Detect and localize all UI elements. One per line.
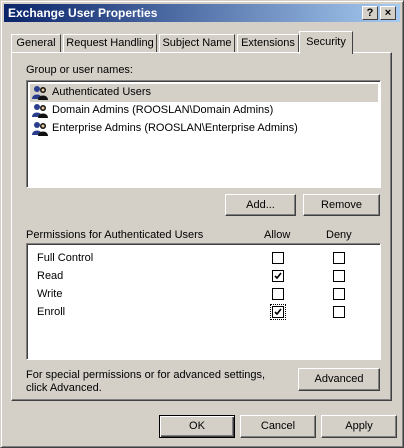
help-button[interactable]: ? bbox=[362, 6, 378, 20]
deny-checkbox[interactable] bbox=[333, 252, 345, 264]
allow-checkbox[interactable] bbox=[272, 270, 284, 282]
tab-subject-name[interactable]: Subject Name bbox=[159, 34, 235, 53]
permission-name: Enroll bbox=[37, 306, 66, 318]
checkmark-icon bbox=[274, 308, 282, 316]
checkmark-icon bbox=[274, 272, 282, 280]
cancel-button[interactable]: Cancel bbox=[240, 415, 316, 438]
title-bar[interactable]: Exchange User Properties ? × bbox=[4, 4, 400, 22]
allow-column-header: Allow bbox=[264, 229, 291, 241]
permission-name: Write bbox=[37, 288, 63, 300]
deny-checkbox[interactable] bbox=[333, 270, 345, 282]
users-group-icon bbox=[32, 121, 48, 137]
permission-row: Write bbox=[37, 286, 357, 304]
allow-checkbox[interactable] bbox=[272, 252, 284, 264]
permission-name: Read bbox=[37, 270, 64, 282]
deny-column-header: Deny bbox=[326, 229, 352, 241]
tab-request-handling[interactable]: Request Handling bbox=[63, 34, 157, 53]
user-name: Enterprise Admins (ROOSLAN\Enterprise Ad… bbox=[52, 122, 298, 134]
list-item[interactable]: Enterprise Admins (ROOSLAN\Enterprise Ad… bbox=[30, 120, 378, 138]
deny-checkbox[interactable] bbox=[333, 306, 345, 318]
permission-name: Full Control bbox=[37, 252, 94, 264]
permission-row: Full Control bbox=[37, 250, 357, 268]
group-or-user-names-label: Group or user names: bbox=[26, 64, 133, 76]
permission-row: Read bbox=[37, 268, 357, 286]
user-name: Domain Admins (ROOSLAN\Domain Admins) bbox=[52, 104, 274, 116]
apply-button[interactable]: Apply bbox=[321, 415, 397, 438]
deny-checkbox[interactable] bbox=[333, 288, 345, 300]
user-name: Authenticated Users bbox=[52, 86, 152, 98]
dialog-window: Exchange User Properties ? × General Req… bbox=[0, 0, 404, 448]
close-button[interactable]: × bbox=[380, 6, 396, 20]
permissions-list: Full Control Read Write Enroll bbox=[26, 243, 381, 360]
ok-button[interactable]: OK bbox=[159, 415, 235, 438]
list-item[interactable]: Domain Admins (ROOSLAN\Domain Admins) bbox=[30, 102, 378, 120]
remove-button[interactable]: Remove bbox=[303, 194, 380, 216]
permissions-label: Permissions for Authenticated Users bbox=[26, 229, 204, 241]
tab-security[interactable]: Security bbox=[299, 31, 353, 54]
allow-checkbox[interactable] bbox=[270, 304, 286, 320]
tab-extensions[interactable]: Extensions bbox=[237, 34, 299, 53]
list-item[interactable]: Authenticated Users bbox=[30, 84, 378, 102]
add-button[interactable]: Add... bbox=[225, 194, 296, 216]
special-permissions-text: For special permissions or for advanced … bbox=[26, 369, 266, 381]
users-group-icon bbox=[32, 85, 48, 101]
user-listbox[interactable]: Authenticated Users Domain Admins (ROOSL… bbox=[26, 80, 381, 188]
tab-general[interactable]: General bbox=[11, 34, 61, 53]
allow-checkbox[interactable] bbox=[272, 288, 284, 300]
window-title: Exchange User Properties bbox=[8, 6, 158, 20]
advanced-button[interactable]: Advanced bbox=[298, 368, 380, 391]
security-tab-panel: Group or user names: Authenticated Users bbox=[11, 52, 392, 401]
special-permissions-text-2: click Advanced. bbox=[26, 382, 102, 394]
permission-row: Enroll bbox=[37, 304, 357, 322]
users-group-icon bbox=[32, 103, 48, 119]
